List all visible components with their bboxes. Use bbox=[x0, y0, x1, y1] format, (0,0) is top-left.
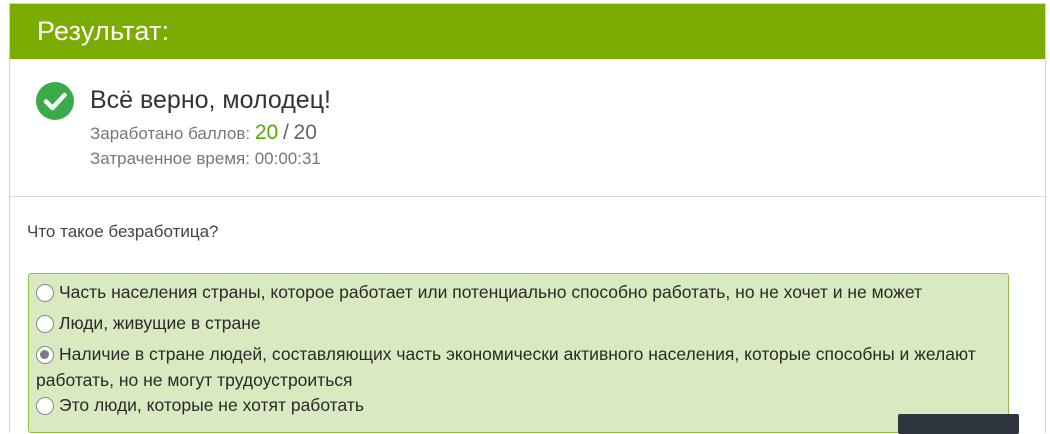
answer-label: Часть населения страны, которое работает… bbox=[59, 282, 923, 302]
radio-button-selected[interactable] bbox=[36, 346, 54, 364]
checkmark-icon bbox=[36, 82, 74, 120]
answer-option[interactable]: Часть населения страны, которое работает… bbox=[36, 279, 922, 305]
radio-button[interactable] bbox=[36, 397, 54, 415]
answer-label: Наличие в стране людей, составляющих час… bbox=[36, 344, 976, 390]
result-header: Результат: bbox=[10, 4, 1045, 59]
result-summary: Всё верно, молодец! Заработано баллов: 2… bbox=[10, 59, 1045, 197]
score-total: 20 bbox=[293, 121, 317, 144]
answer-option-selected[interactable]: Наличие в стране людей, составляющих час… bbox=[36, 341, 991, 393]
answer-options: Часть населения страны, которое работает… bbox=[28, 273, 1009, 433]
result-title: Результат: bbox=[37, 16, 170, 46]
answer-option[interactable]: Люди, живущие в стране bbox=[36, 310, 261, 336]
score-label: Заработано баллов: bbox=[90, 124, 251, 143]
radio-button[interactable] bbox=[36, 284, 54, 302]
time-line: Затраченное время: 00:00:31 bbox=[90, 149, 321, 169]
time-value: 00:00:31 bbox=[254, 149, 321, 168]
score-separator: / bbox=[282, 121, 289, 144]
time-label: Затраченное время: bbox=[90, 149, 250, 168]
answer-label: Это люди, которые не хотят работать bbox=[59, 395, 364, 415]
answer-label: Люди, живущие в стране bbox=[59, 313, 261, 333]
score-line: Заработано баллов: 20 / 20 bbox=[90, 121, 317, 145]
radio-button[interactable] bbox=[36, 315, 54, 333]
score-value: 20 bbox=[254, 121, 279, 144]
summary-title: Всё верно, молодец! bbox=[90, 86, 331, 114]
question-text: Что такое безработица? bbox=[27, 222, 219, 241]
floating-widget[interactable] bbox=[898, 414, 1019, 434]
answer-option[interactable]: Это люди, которые не хотят работать bbox=[36, 392, 364, 418]
